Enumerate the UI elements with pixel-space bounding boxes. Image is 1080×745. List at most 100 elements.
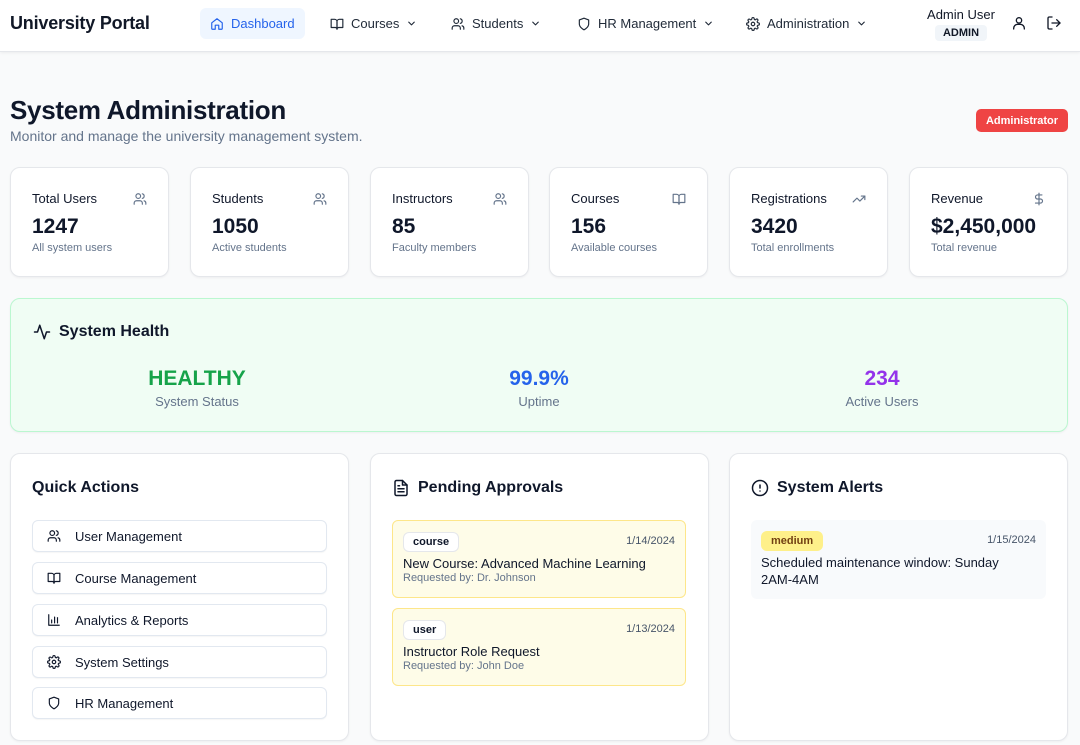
system-alerts-heading: System Alerts xyxy=(751,479,883,497)
system-settings-button[interactable]: System Settings xyxy=(32,646,327,678)
health-status-value: HEALTHY xyxy=(148,367,246,390)
user-role-badge: ADMIN xyxy=(934,25,988,41)
system-health-title: System Health xyxy=(59,323,170,340)
health-metric-active-users: 234 Active Users xyxy=(782,367,982,409)
logout-icon[interactable] xyxy=(1046,15,1062,31)
stat-card-instructors: Instructors 85 Faculty members xyxy=(370,167,529,277)
approval-item[interactable]: user 1/13/2024 Instructor Role Request R… xyxy=(392,608,686,686)
hr-management-button[interactable]: HR Management xyxy=(32,687,327,719)
nav-courses[interactable]: Courses xyxy=(320,8,427,39)
nav-administration[interactable]: Administration xyxy=(736,8,877,39)
user-info: Admin User ADMIN xyxy=(920,7,1002,41)
stat-card-courses: Courses 156 Available courses xyxy=(549,167,708,277)
stat-card-revenue: Revenue $2,450,000 Total revenue xyxy=(909,167,1068,277)
stat-card-total-users: Total Users 1247 All system users xyxy=(10,167,169,277)
stat-card-students: Students 1050 Active students xyxy=(190,167,349,277)
course-management-button[interactable]: Course Management xyxy=(32,562,327,594)
stat-value: 156 xyxy=(571,215,607,238)
nav-courses-label: Courses xyxy=(351,16,400,31)
nav-students[interactable]: Students xyxy=(441,8,551,39)
quick-actions-panel: Quick Actions User Management Course Man… xyxy=(10,453,349,741)
shield-icon xyxy=(48,696,60,710)
nav-dashboard-label: Dashboard xyxy=(231,16,295,31)
stat-value: $2,450,000 xyxy=(931,215,1037,238)
administrator-badge: Administrator xyxy=(976,109,1068,132)
stat-description: Total revenue xyxy=(931,242,998,254)
top-navbar: University Portal Dashboard Courses Stud… xyxy=(0,0,1080,52)
uptime-value: 99.9% xyxy=(509,367,569,390)
uptime-label: Uptime xyxy=(518,394,560,409)
chevron-down-icon xyxy=(705,21,713,26)
stat-description: All system users xyxy=(32,242,113,254)
alert-date: 1/15/2024 xyxy=(987,534,1036,546)
stat-label: Courses xyxy=(571,191,620,206)
approval-item[interactable]: course 1/14/2024 New Course: Advanced Ma… xyxy=(392,520,686,598)
users-icon xyxy=(133,193,147,205)
stat-value: 85 xyxy=(392,215,416,238)
book-icon xyxy=(47,572,61,584)
chevron-down-icon xyxy=(408,21,416,26)
user-profile-icon[interactable] xyxy=(1011,15,1027,31)
stat-value: 1247 xyxy=(32,215,79,238)
book-icon xyxy=(330,18,344,30)
gear-icon xyxy=(47,655,61,669)
approval-requester: Requested by: John Doe xyxy=(403,660,525,672)
active-users-value: 234 xyxy=(864,367,900,390)
chevron-down-icon xyxy=(858,21,866,26)
button-label: HR Management xyxy=(75,695,174,711)
stat-label: Registrations xyxy=(751,191,827,206)
quick-actions-title: Quick Actions xyxy=(32,479,139,496)
chevron-down-icon xyxy=(532,21,540,26)
user-name: Admin User xyxy=(927,7,995,22)
system-alerts-title: System Alerts xyxy=(777,479,884,496)
active-users-label: Active Users xyxy=(845,394,919,409)
stat-description: Total enrollments xyxy=(751,242,835,254)
approval-title: Instructor Role Request xyxy=(403,644,540,659)
approval-requester: Requested by: Dr. Johnson xyxy=(403,572,536,584)
health-metric-status: HEALTHY System Status xyxy=(97,367,297,409)
home-icon xyxy=(211,17,223,30)
analytics-reports-button[interactable]: Analytics & Reports xyxy=(32,604,327,636)
users-icon xyxy=(451,17,465,30)
pending-approvals-panel: Pending Approvals course 1/14/2024 New C… xyxy=(370,453,709,741)
pending-approvals-heading: Pending Approvals xyxy=(392,479,563,497)
book-icon xyxy=(672,193,686,205)
approval-type-badge: course xyxy=(403,532,460,552)
users-icon xyxy=(493,193,507,205)
users-icon xyxy=(47,530,61,542)
gear-icon xyxy=(746,16,760,31)
stat-value: 3420 xyxy=(751,215,798,238)
page-subtitle: Monitor and manage the university manage… xyxy=(10,128,363,144)
button-label: Course Management xyxy=(75,570,197,586)
approval-title: New Course: Advanced Machine Learning xyxy=(403,556,646,571)
button-label: User Management xyxy=(75,528,182,544)
nav-hr-label: HR Management xyxy=(598,16,697,31)
alert-item[interactable]: medium 1/15/2024 Scheduled maintenance w… xyxy=(751,520,1046,599)
nav-hr-management[interactable]: HR Management xyxy=(567,8,724,39)
page-title: System Administration xyxy=(10,95,286,125)
stat-label: Total Users xyxy=(32,191,98,206)
document-icon xyxy=(394,479,408,497)
nav-dashboard[interactable]: Dashboard xyxy=(200,8,305,39)
brand-title[interactable]: University Portal xyxy=(10,13,150,34)
stat-label: Revenue xyxy=(931,191,984,206)
bar-chart-icon xyxy=(48,614,60,626)
pending-approvals-title: Pending Approvals xyxy=(418,479,564,496)
user-management-button[interactable]: User Management xyxy=(32,520,327,552)
health-metric-uptime: 99.9% Uptime xyxy=(439,367,639,409)
nav-students-label: Students xyxy=(472,16,524,31)
stat-label: Students xyxy=(212,191,264,206)
approval-date: 1/13/2024 xyxy=(626,623,675,635)
stat-card-registrations: Registrations 3420 Total enrollments xyxy=(729,167,888,277)
alert-circle-icon xyxy=(751,479,769,497)
alert-message: Scheduled maintenance window: Sunday 2AM… xyxy=(761,555,999,587)
shield-icon xyxy=(578,17,590,30)
stat-description: Available courses xyxy=(571,242,658,254)
nav-administration-label: Administration xyxy=(767,16,850,31)
users-icon xyxy=(313,193,327,205)
stat-value: 1050 xyxy=(212,215,259,238)
approval-date: 1/14/2024 xyxy=(626,535,675,547)
system-health-card: System Health HEALTHY System Status 99.9… xyxy=(10,298,1068,432)
trending-up-icon xyxy=(852,195,866,203)
stat-description: Active students xyxy=(212,242,287,254)
